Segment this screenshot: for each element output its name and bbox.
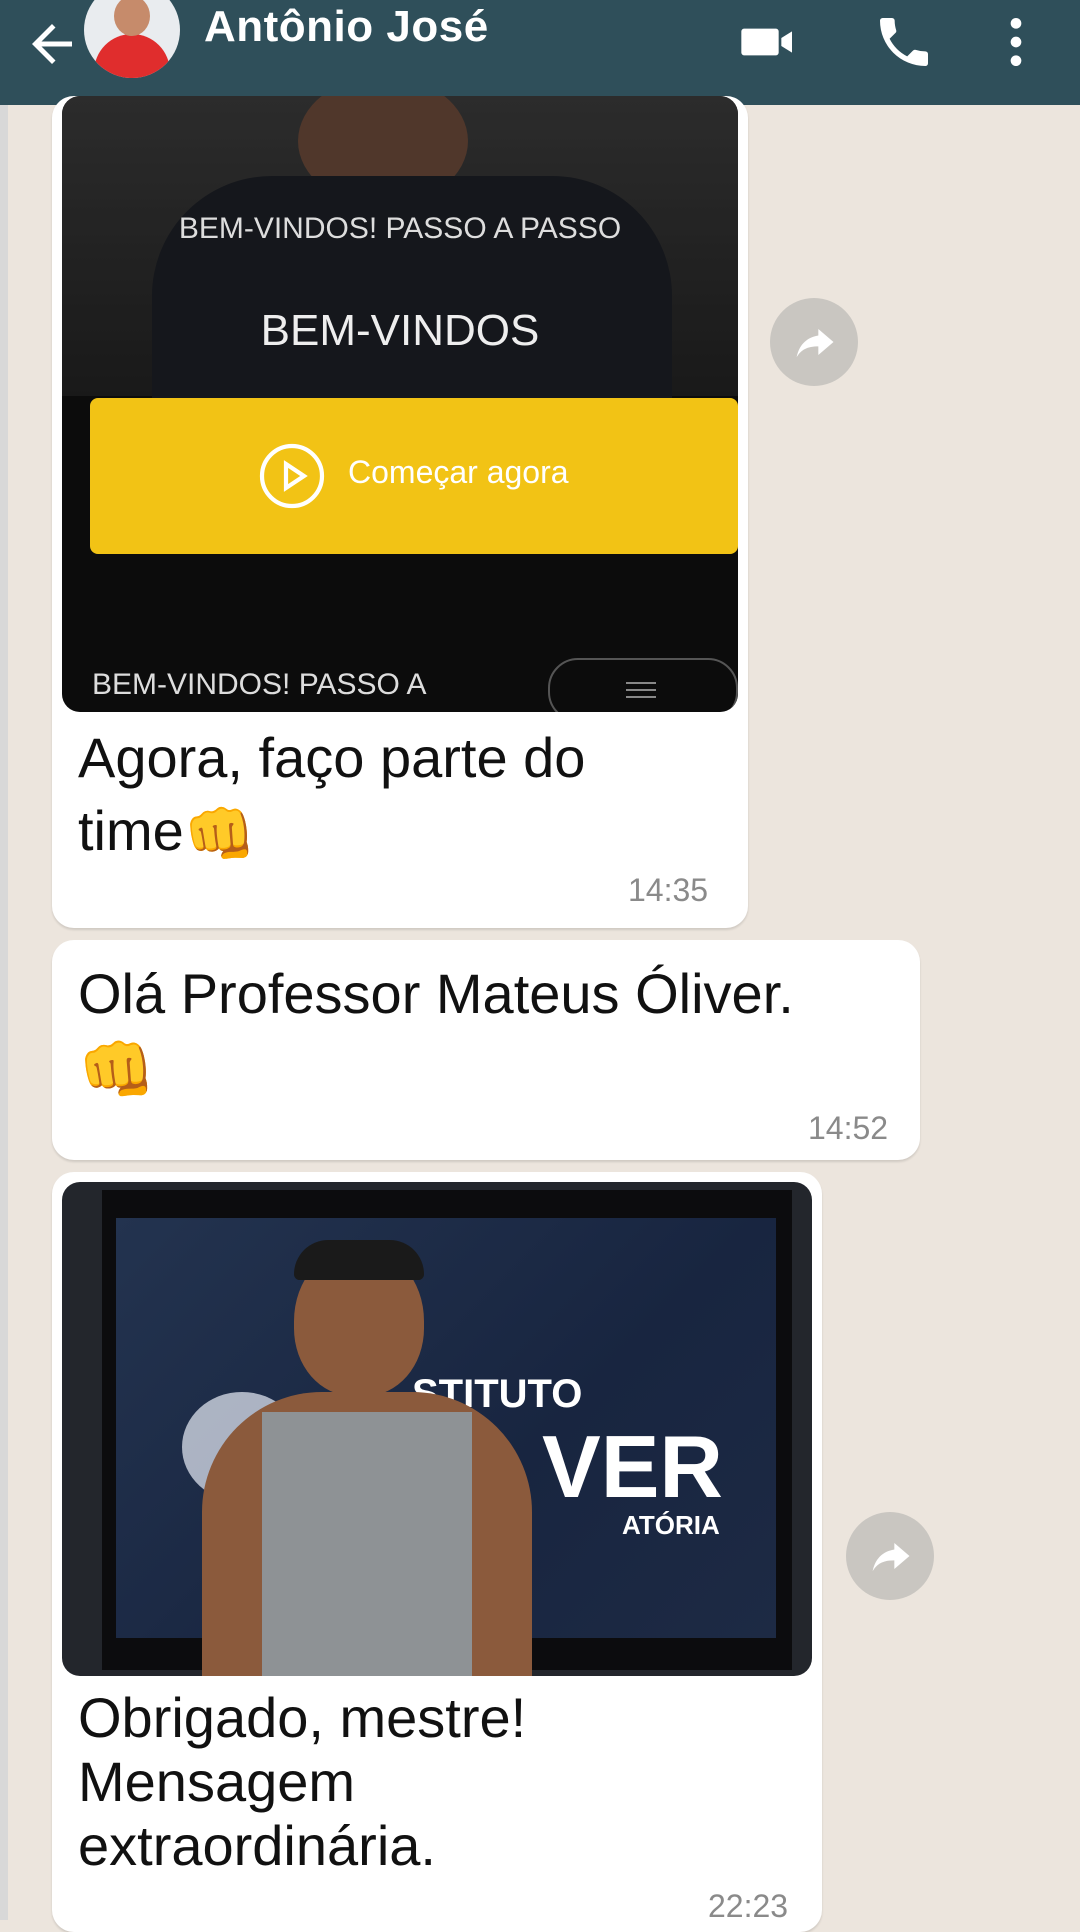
message-text: Agora, faço parte do time👊 bbox=[78, 722, 718, 873]
video-overlay-title: BEM-VINDOS bbox=[260, 306, 540, 355]
video-thumbnail[interactable]: BEM-VINDOS! PASSO A PASSO BEM-VINDOS Com… bbox=[62, 96, 738, 712]
start-now-label: Começar agora bbox=[348, 454, 569, 490]
forward-icon bbox=[872, 1543, 910, 1572]
sign-text-line2: VER bbox=[542, 1417, 723, 1516]
video-call-icon[interactable] bbox=[736, 10, 800, 74]
message-text: Obrigado, mestre! Mensagem extraordinári… bbox=[78, 1686, 527, 1877]
phone-icon[interactable] bbox=[872, 10, 936, 74]
video-bottom-caption: BEM-VINDOS! PASSO A bbox=[92, 668, 427, 701]
play-icon bbox=[259, 443, 325, 509]
avatar[interactable] bbox=[84, 0, 180, 78]
video-thumbnail[interactable]: STITUTO VER ATÓRIA bbox=[62, 1182, 812, 1676]
menu-icon bbox=[626, 682, 656, 698]
forward-icon bbox=[796, 329, 834, 358]
chat-header: Antônio José bbox=[0, 0, 1080, 105]
message-time: 22:23 bbox=[708, 1888, 789, 1924]
message-time: 14:52 bbox=[808, 1110, 889, 1146]
back-arrow-icon[interactable] bbox=[22, 14, 82, 74]
start-now-button[interactable]: Começar agora bbox=[90, 398, 738, 554]
fist-bump-emoji: 👊 bbox=[78, 1035, 156, 1105]
forward-button[interactable] bbox=[846, 1512, 934, 1600]
message-text: Olá Professor Mateus Óliver. 👊 bbox=[78, 958, 918, 1111]
forward-button[interactable] bbox=[770, 298, 858, 386]
video-overlay-top-text: BEM-VINDOS! PASSO A PASSO bbox=[178, 212, 622, 245]
contact-name[interactable]: Antônio José bbox=[204, 2, 489, 52]
message-bubble[interactable]: BEM-VINDOS! PASSO A PASSO BEM-VINDOS Com… bbox=[52, 96, 748, 928]
sign-text-line3: ATÓRIA bbox=[622, 1510, 720, 1540]
video-menu-pill[interactable] bbox=[548, 658, 738, 712]
message-time: 14:35 bbox=[628, 872, 709, 908]
more-vert-icon[interactable] bbox=[984, 10, 1048, 74]
message-bubble[interactable]: Olá Professor Mateus Óliver. 👊 14:52 bbox=[52, 940, 920, 1160]
fist-bump-emoji: 👊 bbox=[183, 802, 257, 868]
message-bubble[interactable]: STITUTO VER ATÓRIA Obrigado, mestre! Men… bbox=[52, 1172, 822, 1932]
